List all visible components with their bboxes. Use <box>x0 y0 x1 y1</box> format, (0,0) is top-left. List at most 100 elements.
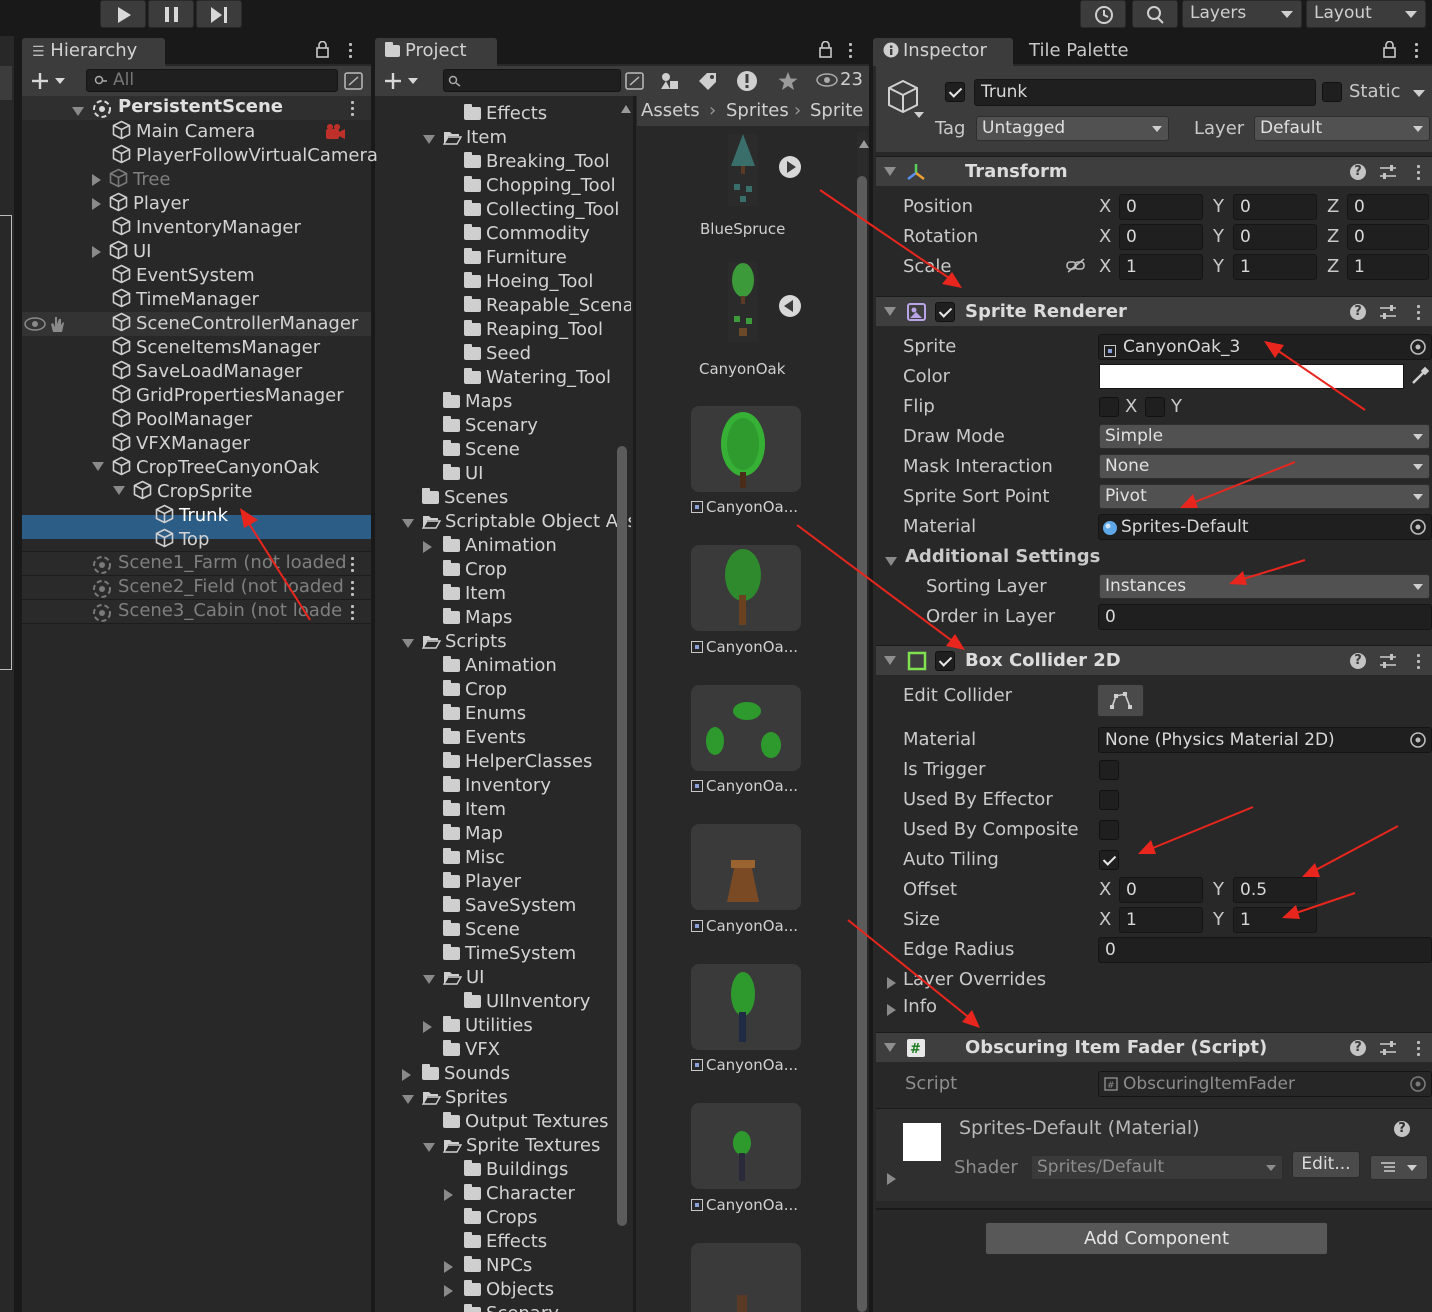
expand-arrow[interactable] <box>423 541 432 553</box>
history-button[interactable] <box>1080 0 1126 28</box>
play-button[interactable] <box>100 0 146 28</box>
project-folder-item[interactable]: Breaking_Tool <box>375 151 631 175</box>
expand-arrow[interactable] <box>113 486 125 495</box>
object-picker-icon[interactable] <box>1409 731 1427 749</box>
expand-arrow[interactable] <box>444 1285 453 1297</box>
size-x-field[interactable]: 1 <box>1119 907 1203 933</box>
expand-play-icon[interactable] <box>778 155 802 179</box>
info-label[interactable]: Info <box>903 996 937 1017</box>
shader-options-button[interactable] <box>1370 1155 1428 1180</box>
hierarchy-item[interactable]: PlayerFollowVirtualCamera <box>112 144 378 168</box>
scene-menu-icon[interactable] <box>351 557 355 575</box>
favorite-star-icon[interactable] <box>777 70 799 92</box>
scale-y-field[interactable]: 1 <box>1233 254 1317 280</box>
is-trigger-checkbox[interactable] <box>1099 760 1119 780</box>
project-folder-item[interactable]: Scene <box>375 919 631 943</box>
hierarchy-item[interactable]: Tree <box>92 168 171 192</box>
help-icon[interactable]: ? <box>1350 653 1366 669</box>
hierarchy-item[interactable]: SaveLoadManager <box>112 360 302 384</box>
expand-arrow[interactable] <box>402 1095 414 1104</box>
active-checkbox[interactable] <box>945 82 965 102</box>
project-folder-item[interactable]: Misc <box>375 847 631 871</box>
static-checkbox[interactable] <box>1322 82 1342 102</box>
unloaded-scene-row[interactable]: Scene2_Field (not loaded <box>22 576 371 600</box>
rotation-y-field[interactable]: 0 <box>1233 224 1317 250</box>
project-folder-item[interactable]: Item <box>375 583 631 607</box>
project-folder-item[interactable]: Utilities <box>375 1015 631 1039</box>
lock-icon[interactable] <box>316 41 330 58</box>
lock-icon[interactable] <box>819 41 833 58</box>
project-menu-icon[interactable] <box>849 43 853 61</box>
mask-interaction-dropdown[interactable]: None <box>1099 454 1430 479</box>
tab-project[interactable]: Project <box>375 38 497 66</box>
hierarchy-item[interactable]: UI <box>92 240 151 264</box>
inspector-menu-icon[interactable] <box>1415 43 1419 61</box>
expand-arrow[interactable] <box>423 135 435 144</box>
additional-settings-fold-arrow[interactable] <box>885 553 905 573</box>
used-by-effector-checkbox[interactable] <box>1099 790 1119 810</box>
search-mode-icon[interactable] <box>625 72 645 90</box>
breadcrumb-assets[interactable]: Assets <box>641 100 700 121</box>
order-in-layer-field[interactable]: 0 <box>1098 604 1432 630</box>
sprite-thumbnail[interactable] <box>691 685 801 771</box>
object-picker-icon[interactable] <box>1409 338 1427 356</box>
hierarchy-item[interactable]: Trunk <box>155 504 228 528</box>
hierarchy-item[interactable]: InventoryManager <box>112 216 301 240</box>
expand-arrow[interactable] <box>92 198 101 210</box>
project-folder-item[interactable]: Inventory <box>375 775 631 799</box>
project-folder-item[interactable]: Furniture <box>375 247 631 271</box>
project-folder-item[interactable]: Scene <box>375 439 631 463</box>
project-folder-item[interactable]: Character <box>375 1183 631 1207</box>
script-component-header[interactable]: # Obscuring Item Fader (Script) ? <box>876 1032 1432 1062</box>
project-folder-item[interactable]: Maps <box>375 607 631 631</box>
position-z-field[interactable]: 0 <box>1347 194 1429 220</box>
project-folder-item[interactable]: Seed <box>375 343 631 367</box>
expand-arrow[interactable] <box>92 174 101 186</box>
position-x-field[interactable]: 0 <box>1119 194 1203 220</box>
layer-overrides-fold-arrow[interactable] <box>887 973 904 993</box>
help-icon[interactable]: ? <box>1394 1121 1410 1137</box>
sprite-object-field[interactable]: CanyonOak_3 <box>1098 334 1432 360</box>
hierarchy-item[interactable]: CropSprite <box>113 480 252 504</box>
component-menu-icon[interactable] <box>1417 654 1421 672</box>
bluespruce-sprite-sheet[interactable] <box>728 134 758 206</box>
pause-button[interactable] <box>148 0 194 28</box>
canyonoak-sprite-sheet[interactable] <box>728 262 758 342</box>
project-folder-item[interactable]: Sprites <box>375 1087 631 1111</box>
sprite-renderer-header[interactable]: Sprite Renderer ? <box>876 296 1432 326</box>
scene-visibility-icon[interactable] <box>344 72 364 90</box>
hierarchy-item[interactable]: Top <box>155 528 209 552</box>
search-button[interactable] <box>1132 0 1178 28</box>
project-folder-item[interactable]: Reaping_Tool <box>375 319 631 343</box>
hierarchy-item[interactable]: VFXManager <box>112 432 250 456</box>
pickable-hand-icon[interactable] <box>49 315 65 333</box>
expand-arrow[interactable] <box>92 462 104 471</box>
sprite-renderer-enabled-checkbox[interactable] <box>935 302 955 322</box>
sprite-thumbnail[interactable] <box>691 545 801 631</box>
project-folder-item[interactable]: Maps <box>375 391 631 415</box>
presets-icon[interactable] <box>1379 304 1397 320</box>
hierarchy-item[interactable]: PoolManager <box>112 408 252 432</box>
project-folder-item[interactable]: Map <box>375 823 631 847</box>
project-folder-item[interactable]: UI <box>375 463 631 487</box>
scene-menu-icon[interactable] <box>351 605 355 623</box>
tab-tile-palette[interactable]: Tile Palette <box>1029 40 1129 61</box>
breadcrumb-sprite-textures[interactable]: Sprite T <box>810 100 869 121</box>
hierarchy-item[interactable]: EventSystem <box>112 264 255 288</box>
folder-tree-scrollbar[interactable] <box>617 446 627 1226</box>
object-name-field[interactable]: Trunk <box>974 79 1316 106</box>
tab-hierarchy[interactable]: ☰ Hierarchy <box>22 38 165 66</box>
project-folder-item[interactable]: Enums <box>375 703 631 727</box>
help-icon[interactable]: ? <box>1350 1040 1366 1056</box>
project-folder-item[interactable]: TimeSystem <box>375 943 631 967</box>
project-folder-item[interactable]: Scripts <box>375 631 631 655</box>
hierarchy-item[interactable]: GridPropertiesManager <box>112 384 344 408</box>
project-folder-item[interactable]: Commodity <box>375 223 631 247</box>
layer-dropdown[interactable]: Default <box>1254 116 1430 141</box>
icon-dropdown-arrow[interactable] <box>914 112 924 118</box>
object-picker-icon[interactable] <box>1409 518 1427 536</box>
project-folder-item[interactable]: Item <box>375 127 631 151</box>
transform-header[interactable]: Transform ? <box>876 156 1432 186</box>
static-dropdown-arrow[interactable] <box>1413 90 1425 97</box>
project-folder-item[interactable]: Events <box>375 727 631 751</box>
